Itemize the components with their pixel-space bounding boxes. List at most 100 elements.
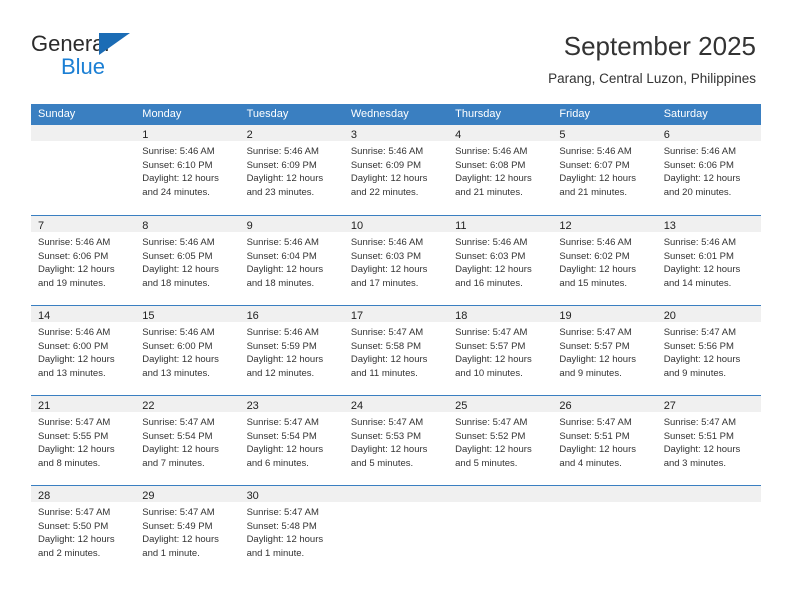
brand-name-general: General: [31, 31, 110, 56]
day-sun-info: Sunrise: 5:46 AM Sunset: 6:06 PM Daylight:…: [657, 141, 761, 199]
daylight-text-line2: and 19 minutes.: [38, 277, 106, 289]
sunset-text: Sunset: 5:49 PM: [142, 520, 213, 532]
sunset-text: Sunset: 6:03 PM: [350, 250, 422, 262]
calendar-day-cell[interactable]: 22 Sunrise: 5:47 AM Sunset: 5:54 PM Dayligh…: [135, 396, 240, 485]
calendar-day-cell-empty: [448, 486, 553, 575]
day-number: 4: [455, 129, 462, 141]
day-number-band: 17: [343, 306, 449, 322]
calendar-day-cell[interactable]: 1 Sunrise: 5:46 AM Sunset: 6:10 PM Daylight…: [135, 125, 240, 215]
calendar-day-cell[interactable]: 30 Sunrise: 5:47 AM Sunset: 5:48 PM Dayligh…: [239, 486, 344, 575]
sunset-text: Sunset: 5:53 PM: [350, 430, 422, 442]
calendar-day-cell[interactable]: 7 Sunrise: 5:46 AM Sunset: 6:06 PM Daylight…: [31, 216, 136, 305]
calendar-day-cell[interactable]: 15 Sunrise: 5:46 AM Sunset: 6:00 PM Dayligh…: [135, 306, 240, 395]
sunrise-text: Sunrise: 5:46 AM: [350, 237, 424, 248]
calendar-day-cell[interactable]: 5 Sunrise: 5:46 AM Sunset: 6:07 PM Daylight…: [552, 125, 657, 215]
daylight-text-line2: and 20 minutes.: [663, 186, 732, 198]
calendar-day-cell[interactable]: 13 Sunrise: 5:46 AM Sunset: 6:01 PM Dayligh…: [656, 216, 761, 305]
daylight-text-line1: Daylight: 12 hours: [142, 354, 219, 366]
calendar-day-cell[interactable]: 20 Sunrise: 5:47 AM Sunset: 5:56 PM Dayligh…: [656, 306, 761, 395]
day-number: 6: [663, 129, 670, 141]
daylight-text-line2: and 17 minutes.: [350, 277, 419, 289]
calendar-day-cell[interactable]: 23 Sunrise: 5:47 AM Sunset: 5:54 PM Dayligh…: [239, 396, 344, 485]
daylight-text-line2: and 15 minutes.: [559, 277, 628, 289]
day-sun-info: Sunrise: 5:47 AM Sunset: 5:54 PM Daylight:…: [135, 412, 239, 470]
sunset-text: Sunset: 6:06 PM: [663, 159, 734, 171]
calendar-day-cell[interactable]: 12 Sunrise: 5:46 AM Sunset: 6:02 PM Dayligh…: [552, 216, 657, 305]
day-number-band: 6: [656, 125, 761, 141]
day-number-band: 7: [31, 216, 136, 232]
brand-logo[interactable]: General Blue: [31, 32, 221, 82]
calendar-day-cell[interactable]: 6 Sunrise: 5:46 AM Sunset: 6:06 PM Daylight…: [656, 125, 761, 215]
daylight-text-line1: Daylight: 12 hours: [142, 173, 219, 185]
calendar-day-cell[interactable]: 14 Sunrise: 5:46 AM Sunset: 6:00 PM Dayligh…: [31, 306, 136, 395]
day-number-band: 5: [552, 125, 657, 141]
day-number-band: 1: [135, 125, 240, 141]
daylight-text-line1: Daylight: 12 hours: [246, 173, 324, 185]
daylight-text-line1: Daylight: 12 hours: [350, 354, 428, 366]
sunset-text: Sunset: 5:54 PM: [142, 430, 213, 442]
calendar-day-cell-empty: [656, 486, 761, 575]
calendar-day-cell[interactable]: 27 Sunrise: 5:47 AM Sunset: 5:51 PM Dayligh…: [656, 396, 761, 485]
calendar-day-cell[interactable]: 11 Sunrise: 5:46 AM Sunset: 6:03 PM Dayligh…: [448, 216, 553, 305]
day-number: 17: [350, 310, 364, 322]
calendar-day-cell[interactable]: 26 Sunrise: 5:47 AM Sunset: 5:51 PM Dayligh…: [552, 396, 657, 485]
day-number-band: 29: [135, 486, 240, 502]
daylight-text-line1: Daylight: 12 hours: [559, 173, 636, 185]
sunset-text: Sunset: 6:05 PM: [142, 250, 213, 262]
calendar-week-row: 1 Sunrise: 5:46 AM Sunset: 6:10 PM Daylight…: [31, 125, 761, 215]
calendar-day-cell[interactable]: 19 Sunrise: 5:47 AM Sunset: 5:57 PM Dayligh…: [552, 306, 657, 395]
calendar-day-cell[interactable]: 25 Sunrise: 5:47 AM Sunset: 5:52 PM Dayligh…: [448, 396, 553, 485]
day-sun-info: Sunrise: 5:46 AM Sunset: 6:04 PM Daylight:…: [240, 232, 344, 290]
day-sun-info: Sunrise: 5:47 AM Sunset: 5:51 PM Daylight:…: [657, 412, 761, 470]
day-number: 16: [246, 310, 259, 322]
sunrise-text: Sunrise: 5:46 AM: [663, 237, 737, 248]
calendar-day-cell[interactable]: 3 Sunrise: 5:46 AM Sunset: 6:09 PM Daylight…: [343, 125, 449, 215]
daylight-text-line2: and 18 minutes.: [246, 277, 315, 289]
day-number: 24: [350, 400, 364, 412]
sunrise-text: Sunrise: 5:47 AM: [559, 327, 632, 338]
sunset-text: Sunset: 6:00 PM: [142, 340, 213, 352]
calendar-day-cell[interactable]: 8 Sunrise: 5:46 AM Sunset: 6:05 PM Daylight…: [135, 216, 240, 305]
sunrise-text: Sunrise: 5:46 AM: [142, 327, 215, 338]
day-number-band: [656, 486, 761, 502]
day-sun-info: Sunrise: 5:47 AM Sunset: 5:58 PM Daylight:…: [344, 322, 448, 380]
calendar-week-row: 14 Sunrise: 5:46 AM Sunset: 6:00 PM Dayligh…: [31, 305, 761, 395]
daylight-text-line2: and 24 minutes.: [142, 186, 210, 198]
day-number: 25: [455, 400, 468, 412]
calendar-day-cell[interactable]: 29 Sunrise: 5:47 AM Sunset: 5:49 PM Dayligh…: [135, 486, 240, 575]
daylight-text-line1: Daylight: 12 hours: [559, 354, 636, 366]
sunrise-text: Sunrise: 5:46 AM: [246, 327, 319, 338]
calendar-day-cell[interactable]: 9 Sunrise: 5:46 AM Sunset: 6:04 PM Daylight…: [239, 216, 344, 305]
daylight-text-line1: Daylight: 12 hours: [350, 173, 428, 185]
daylight-text-line2: and 10 minutes.: [455, 367, 523, 379]
calendar-day-cell[interactable]: 24 Sunrise: 5:47 AM Sunset: 5:53 PM Dayligh…: [343, 396, 449, 485]
calendar-day-cell[interactable]: 28 Sunrise: 5:47 AM Sunset: 5:50 PM Dayligh…: [31, 486, 136, 575]
calendar-day-cell[interactable]: 18 Sunrise: 5:47 AM Sunset: 5:57 PM Dayligh…: [448, 306, 553, 395]
sunrise-text: Sunrise: 5:47 AM: [350, 327, 424, 338]
day-number-band: 18: [448, 306, 553, 322]
sunrise-text: Sunrise: 5:47 AM: [663, 417, 737, 428]
calendar-day-cell[interactable]: 17 Sunrise: 5:47 AM Sunset: 5:58 PM Dayligh…: [343, 306, 449, 395]
sunset-text: Sunset: 6:01 PM: [663, 250, 734, 262]
daylight-text-line1: Daylight: 12 hours: [350, 264, 428, 276]
day-sun-info: Sunrise: 5:46 AM Sunset: 6:06 PM Daylight:…: [31, 232, 135, 290]
daylight-text-line2: and 9 minutes.: [663, 367, 727, 379]
sunset-text: Sunset: 6:08 PM: [455, 159, 526, 171]
sunset-text: Sunset: 5:58 PM: [350, 340, 422, 352]
daylight-text-line1: Daylight: 12 hours: [663, 264, 741, 276]
sunrise-text: Sunrise: 5:47 AM: [350, 417, 424, 428]
daylight-text-line2: and 7 minutes.: [142, 457, 205, 469]
day-sun-info: Sunrise: 5:47 AM Sunset: 5:52 PM Daylight:…: [448, 412, 552, 470]
sunset-text: Sunset: 5:51 PM: [663, 430, 734, 442]
day-sun-info: Sunrise: 5:47 AM Sunset: 5:54 PM Daylight:…: [240, 412, 344, 470]
calendar-day-cell[interactable]: 4 Sunrise: 5:46 AM Sunset: 6:08 PM Daylight…: [448, 125, 553, 215]
calendar-day-cell[interactable]: 10 Sunrise: 5:46 AM Sunset: 6:03 PM Dayligh…: [343, 216, 449, 305]
calendar-day-cell[interactable]: 21 Sunrise: 5:47 AM Sunset: 5:55 PM Dayligh…: [31, 396, 136, 485]
day-number-band: 3: [343, 125, 449, 141]
sunset-text: Sunset: 6:06 PM: [38, 250, 109, 262]
day-number-band: 10: [343, 216, 449, 232]
sunrise-text: Sunrise: 5:47 AM: [455, 417, 528, 428]
calendar-day-cell[interactable]: 16 Sunrise: 5:46 AM Sunset: 5:59 PM Dayligh…: [239, 306, 344, 395]
daylight-text-line2: and 2 minutes.: [38, 547, 101, 559]
calendar-day-cell[interactable]: 2 Sunrise: 5:46 AM Sunset: 6:09 PM Daylight…: [239, 125, 344, 215]
